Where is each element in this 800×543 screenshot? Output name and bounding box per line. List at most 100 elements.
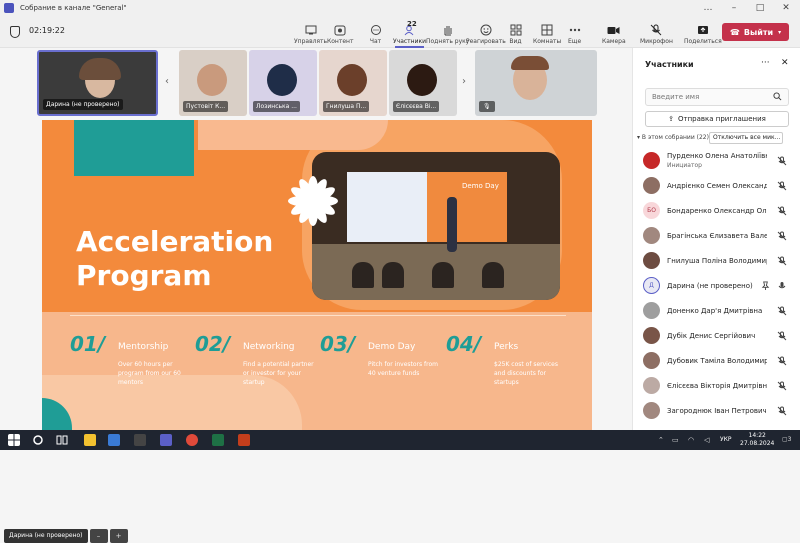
microphone-button[interactable]: Микрофон xyxy=(640,19,673,45)
avatar xyxy=(643,402,660,419)
zoom-in-button[interactable]: + xyxy=(109,529,128,543)
excel-icon[interactable] xyxy=(212,434,224,446)
chrome-icon[interactable] xyxy=(186,434,198,446)
send-invite-button[interactable]: ⇪ Отправка приглашения xyxy=(645,111,789,127)
avatar xyxy=(643,352,660,369)
zoom-out-button[interactable]: – xyxy=(89,529,108,543)
camera-button[interactable]: Камера xyxy=(602,19,626,45)
minimize-button[interactable]: – xyxy=(721,0,747,16)
video-tile-self[interactable]: Дарина (не проверено) xyxy=(37,50,158,116)
photo-speaker xyxy=(447,197,457,252)
photo-audience xyxy=(382,262,404,288)
windows-start-icon[interactable] xyxy=(8,434,20,446)
clock[interactable]: 14:22 27.08.2024 xyxy=(740,432,774,448)
raise-hand-button[interactable]: Поднять руку xyxy=(426,19,469,45)
teams-taskbar-icon[interactable] xyxy=(160,434,172,446)
search-input[interactable]: Введите имя xyxy=(645,88,789,106)
network-icon[interactable]: ▭ xyxy=(672,436,679,444)
wifi-icon[interactable]: ◠ xyxy=(688,436,694,444)
close-window-button[interactable]: ✕ xyxy=(773,0,799,16)
volume-icon[interactable]: ◁ xyxy=(704,436,709,444)
participant-list: Пурденко Олена Анатоліївна Инициатор Анд… xyxy=(633,148,800,423)
video-tile[interactable]: Гнилуша П... xyxy=(319,50,387,116)
participant-row[interactable]: Андрієнко Семен Олександр... xyxy=(633,173,800,198)
mic-off-icon[interactable] xyxy=(777,381,787,391)
participant-row[interactable]: Дубовик Таміла Володимирі... xyxy=(633,348,800,373)
photo-audience xyxy=(482,262,504,288)
file-explorer-icon[interactable] xyxy=(84,434,96,446)
mic-off-icon[interactable] xyxy=(777,356,787,366)
pin-icon[interactable] xyxy=(761,281,770,290)
participant-row[interactable]: Гнилуша Поліна Володимирі... xyxy=(633,248,800,273)
section-header[interactable]: ▾ В этом собрании (22) xyxy=(637,134,709,141)
photo-audience xyxy=(432,262,454,288)
video-tile[interactable]: Лозинська ... xyxy=(249,50,317,116)
window-title: Собрание в канале "General" xyxy=(20,4,127,12)
language-indicator[interactable]: УКР xyxy=(720,436,732,443)
participant-row[interactable]: Д Дарина (не проверено) xyxy=(633,273,800,298)
chat-icon xyxy=(369,24,382,36)
shared-content-stage: Acceleration Program Demo Day 01/ Mentor… xyxy=(0,120,632,543)
powerpoint-icon[interactable] xyxy=(238,434,250,446)
window-more-button[interactable]: … xyxy=(695,0,721,16)
mic-off-icon[interactable] xyxy=(777,156,787,166)
video-tile[interactable]: Єлісєєва Ві... xyxy=(389,50,457,116)
more-options-icon[interactable]: ··· xyxy=(761,58,770,68)
mic-off-icon[interactable] xyxy=(777,306,787,316)
participant-row[interactable]: Єлісєєва Вікторія Дмитрівна xyxy=(633,373,800,398)
decor-peach-block xyxy=(198,120,388,150)
participant-row[interactable]: Пурденко Олена Анатоліївна Инициатор xyxy=(633,148,800,173)
breakout-rooms-button[interactable]: Комнаты xyxy=(533,19,561,45)
mic-off-icon[interactable] xyxy=(777,231,787,241)
video-tile[interactable]: Пустовіт К... xyxy=(179,50,247,116)
divider xyxy=(70,315,566,316)
participant-count: 22 xyxy=(407,20,417,28)
chevron-down-icon[interactable]: ▾ xyxy=(778,29,781,36)
more-button[interactable]: Еще xyxy=(568,19,581,45)
chevron-right-icon[interactable]: › xyxy=(462,76,466,87)
search-icon[interactable] xyxy=(32,434,44,446)
view-icon xyxy=(509,24,522,36)
close-icon[interactable]: ✕ xyxy=(781,58,789,68)
mute-all-button[interactable]: Отключить все мик... xyxy=(709,132,783,144)
mic-off-icon[interactable] xyxy=(777,406,787,416)
video-tile-speaker[interactable]: 🎙 xyxy=(475,50,597,116)
participant-row[interactable]: Дубік Денис Сергійович xyxy=(633,323,800,348)
share-link-icon: ⇪ xyxy=(668,115,675,123)
content-button[interactable]: Контент xyxy=(327,19,353,45)
control-panel-icon[interactable] xyxy=(108,434,120,446)
chat-button[interactable]: Чат xyxy=(369,19,382,45)
notification-icon[interactable]: ▢3 xyxy=(782,436,792,443)
participant-row[interactable]: Брагінська Єлизавета Валент... xyxy=(633,223,800,248)
share-button[interactable]: Поделиться xyxy=(684,19,722,45)
participant-avatar xyxy=(197,64,227,96)
mic-off-icon[interactable] xyxy=(777,331,787,341)
share-icon xyxy=(696,24,709,36)
manage-button[interactable]: Управлять xyxy=(294,19,327,45)
participants-button[interactable]: 22 Участники xyxy=(393,19,426,48)
tray-chevron-icon[interactable]: ⌃ xyxy=(658,436,664,444)
panel-title: Участники xyxy=(645,60,694,69)
avatar xyxy=(643,177,660,194)
participant-row[interactable]: Доненко Дар'я Дмитрівна xyxy=(633,298,800,323)
leave-button[interactable]: ☎ Выйти ▾ xyxy=(722,23,789,41)
maximize-button[interactable]: □ xyxy=(747,0,773,16)
smile-icon xyxy=(479,24,492,36)
taskbar: ⌃ ▭ ◠ ◁ УКР 14:22 27.08.2024 ▢3 xyxy=(0,430,800,450)
mic-off-icon[interactable] xyxy=(777,256,787,266)
participant-avatar xyxy=(407,64,437,96)
task-view-icon[interactable] xyxy=(56,434,68,446)
participant-row[interactable]: Загороднюк Іван Петрович xyxy=(633,398,800,423)
event-photo: Demo Day xyxy=(312,152,560,300)
react-button[interactable]: Реагировать xyxy=(466,19,506,45)
mic-off-icon[interactable] xyxy=(777,206,787,216)
media-app-icon[interactable] xyxy=(134,434,146,446)
chevron-left-icon[interactable]: ‹ xyxy=(165,76,169,87)
participant-avatar xyxy=(267,64,297,96)
view-button[interactable]: Вид xyxy=(509,19,522,45)
presentation-slide: Acceleration Program Demo Day 01/ Mentor… xyxy=(42,120,592,430)
hand-icon xyxy=(441,24,454,36)
mic-off-icon[interactable] xyxy=(777,181,787,191)
mic-on-icon[interactable] xyxy=(777,281,787,291)
participant-row[interactable]: БО Бондаренко Олександр Олег... xyxy=(633,198,800,223)
